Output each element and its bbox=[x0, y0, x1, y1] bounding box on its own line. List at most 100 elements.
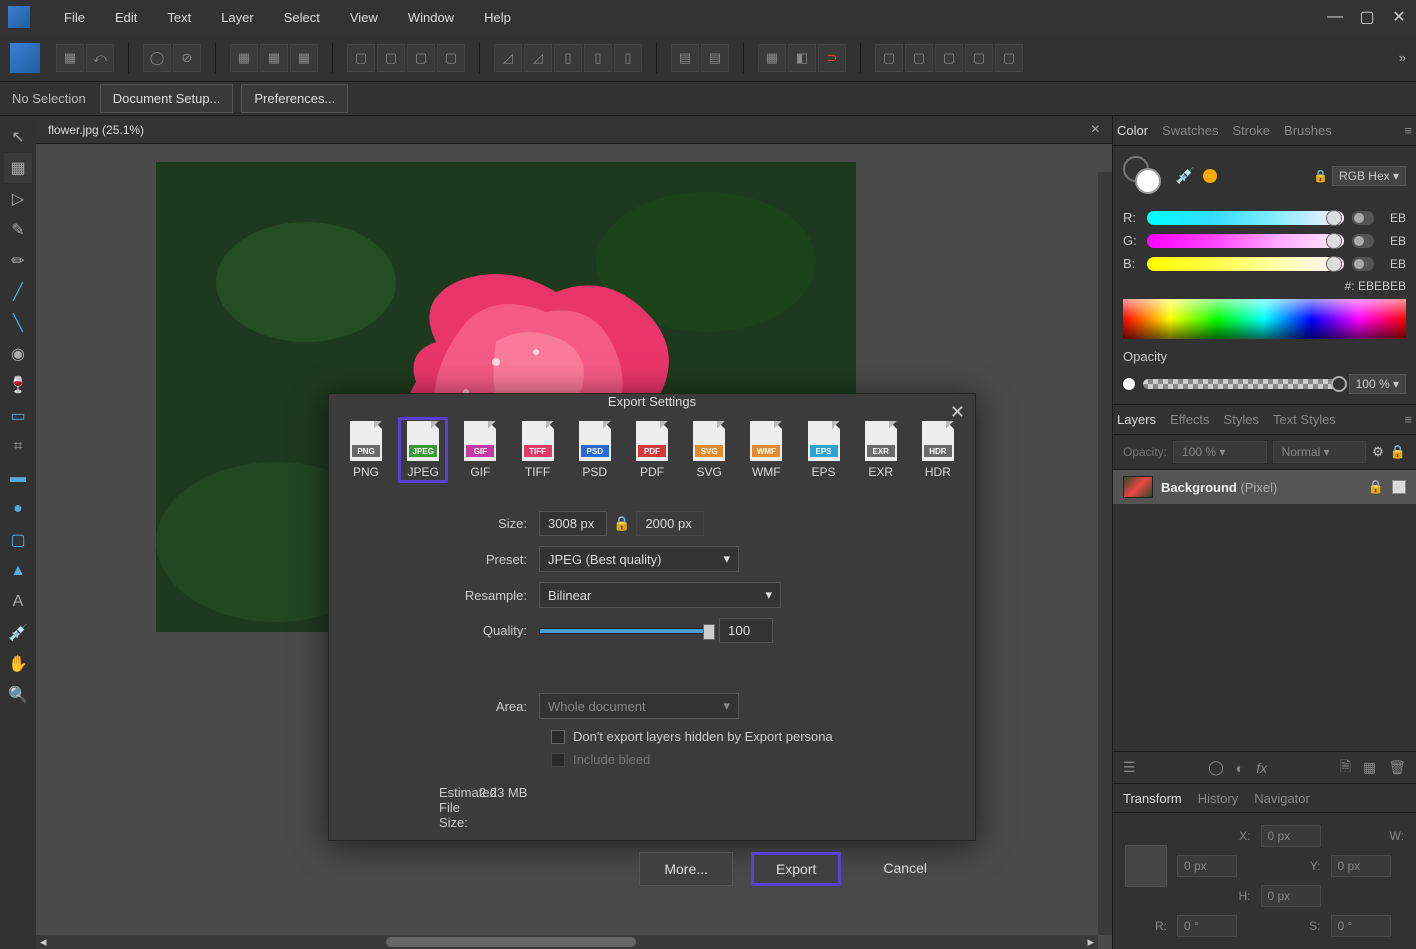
resample-select[interactable]: Bilinear▾ bbox=[539, 582, 781, 608]
menu-layer[interactable]: Layer bbox=[207, 4, 268, 31]
toolbar-btn[interactable]: ⤺ bbox=[86, 44, 114, 72]
toolbar-btn[interactable]: ▤ bbox=[701, 44, 729, 72]
lock-icon[interactable]: 🔒 bbox=[1390, 444, 1406, 460]
panel-menu-icon[interactable]: ≡ bbox=[1404, 412, 1412, 427]
toolbar-btn[interactable]: ▤ bbox=[671, 44, 699, 72]
snap-grid-button[interactable]: ▦ bbox=[758, 44, 786, 72]
paint-tool[interactable]: ╲ bbox=[4, 308, 32, 338]
r-input[interactable] bbox=[1177, 915, 1237, 937]
color-selector[interactable] bbox=[1123, 156, 1167, 196]
dont-export-checkbox[interactable] bbox=[551, 730, 565, 744]
tab-stroke[interactable]: Stroke bbox=[1232, 117, 1270, 144]
toolbar-btn[interactable]: ▢ bbox=[437, 44, 465, 72]
cancel-button[interactable]: Cancel bbox=[859, 852, 951, 886]
tab-transform[interactable]: Transform bbox=[1123, 785, 1182, 812]
anchor-selector[interactable] bbox=[1125, 845, 1167, 887]
tab-text-styles[interactable]: Text Styles bbox=[1273, 406, 1336, 433]
tab-swatches[interactable]: Swatches bbox=[1162, 117, 1218, 144]
b-toggle[interactable] bbox=[1352, 257, 1374, 271]
toolbar-btn[interactable]: ▦ bbox=[56, 44, 84, 72]
zoom-tool[interactable]: 🔍 bbox=[4, 680, 32, 710]
r-toggle[interactable] bbox=[1352, 211, 1374, 225]
triangle-tool[interactable]: ▲ bbox=[4, 556, 32, 586]
color-mode-select[interactable]: RGB Hex ▾ bbox=[1332, 166, 1406, 186]
toolbar-btn[interactable]: ▯ bbox=[584, 44, 612, 72]
toolbar-btn[interactable]: ▢ bbox=[407, 44, 435, 72]
maximize-button[interactable]: ▢ bbox=[1358, 8, 1376, 26]
area-select[interactable]: Whole document▾ bbox=[539, 693, 739, 719]
color-spectrum[interactable] bbox=[1123, 299, 1406, 339]
toolbar-btn[interactable]: ◿ bbox=[494, 44, 522, 72]
color-wheel-tool[interactable]: ◉ bbox=[4, 339, 32, 369]
menu-select[interactable]: Select bbox=[270, 4, 334, 31]
tab-brushes[interactable]: Brushes bbox=[1284, 117, 1332, 144]
eyedropper-icon[interactable]: 💉 bbox=[1175, 166, 1195, 186]
format-eps[interactable]: EPSEPS bbox=[799, 417, 849, 483]
preset-select[interactable]: JPEG (Best quality)▾ bbox=[539, 546, 739, 572]
opacity-slider[interactable] bbox=[1143, 379, 1341, 389]
g-slider[interactable] bbox=[1147, 234, 1344, 248]
menu-help[interactable]: Help bbox=[470, 4, 525, 31]
rounded-rect-tool[interactable]: ▢ bbox=[4, 525, 32, 555]
glass-tool[interactable]: 🍷 bbox=[4, 370, 32, 400]
y-input[interactable] bbox=[1331, 855, 1391, 877]
eyedropper-tool[interactable]: 💉 bbox=[4, 618, 32, 648]
opacity-value[interactable]: 100 % ▾ bbox=[1349, 374, 1406, 394]
toolbar-btn[interactable]: ◯ bbox=[143, 44, 171, 72]
tab-history[interactable]: History bbox=[1198, 785, 1238, 812]
document-tab[interactable]: flower.jpg (25.1%) × bbox=[36, 116, 1112, 144]
x-input[interactable] bbox=[1261, 825, 1321, 847]
h-input[interactable] bbox=[1261, 885, 1321, 907]
menu-window[interactable]: Window bbox=[394, 4, 468, 31]
persona-icon[interactable] bbox=[10, 43, 40, 73]
width-input[interactable] bbox=[539, 511, 607, 536]
swatch-icon[interactable] bbox=[1203, 169, 1217, 183]
close-button[interactable]: ✕ bbox=[1390, 8, 1408, 26]
pencil-tool[interactable]: ✏ bbox=[4, 246, 32, 276]
pen-tool[interactable]: ✎ bbox=[4, 215, 32, 245]
fx-icon[interactable]: fx bbox=[1256, 760, 1267, 776]
hand-tool[interactable]: ✋ bbox=[4, 649, 32, 679]
format-png[interactable]: PNGPNG bbox=[341, 417, 391, 483]
snap-button[interactable]: ◧ bbox=[788, 44, 816, 72]
text-tool[interactable]: A bbox=[4, 587, 32, 617]
layer-row[interactable]: Background (Pixel) 🔒 ✓ bbox=[1113, 470, 1416, 504]
toolbar-btn[interactable]: ▦ bbox=[290, 44, 318, 72]
preferences-button[interactable]: Preferences... bbox=[241, 84, 348, 113]
node-tool[interactable]: ▷ bbox=[4, 184, 32, 214]
toolbar-btn[interactable]: ▢ bbox=[965, 44, 993, 72]
toolbar-btn[interactable]: ▦ bbox=[230, 44, 258, 72]
layers-icon[interactable]: ☰ bbox=[1123, 759, 1136, 776]
format-exr[interactable]: EXREXR bbox=[856, 417, 906, 483]
layer-lock-icon[interactable]: 🔒 bbox=[1368, 479, 1384, 495]
format-pdf[interactable]: PDFPDF bbox=[627, 417, 677, 483]
minimize-button[interactable]: — bbox=[1326, 8, 1344, 26]
toolbar-btn[interactable]: ⊘ bbox=[173, 44, 201, 72]
mask-icon[interactable]: ◯ bbox=[1208, 759, 1224, 776]
image-tool[interactable]: ▭ bbox=[4, 401, 32, 431]
b-slider[interactable] bbox=[1147, 257, 1344, 271]
more-button[interactable]: More... bbox=[639, 852, 733, 886]
g-toggle[interactable] bbox=[1352, 234, 1374, 248]
format-psd[interactable]: PSDPSD bbox=[570, 417, 620, 483]
add-layer-icon[interactable]: 🗎 bbox=[1340, 756, 1351, 780]
vertical-scrollbar[interactable] bbox=[1098, 172, 1112, 935]
magnet-icon[interactable]: ⊃ bbox=[818, 44, 846, 72]
toolbar-btn[interactable]: ▢ bbox=[905, 44, 933, 72]
toolbar-btn[interactable]: ▦ bbox=[260, 44, 288, 72]
tab-styles[interactable]: Styles bbox=[1224, 406, 1259, 433]
ellipse-tool[interactable]: ● bbox=[4, 494, 32, 524]
format-hdr[interactable]: HDRHDR bbox=[913, 417, 963, 483]
crop-tool[interactable]: ⌗ bbox=[4, 432, 32, 462]
tab-navigator[interactable]: Navigator bbox=[1254, 785, 1310, 812]
move-tool[interactable]: ↖ bbox=[4, 122, 32, 152]
menu-text[interactable]: Text bbox=[153, 4, 205, 31]
export-button[interactable]: Export bbox=[751, 852, 841, 886]
blend-mode-select[interactable]: Normal ▾ bbox=[1273, 441, 1367, 463]
toolbar-btn[interactable]: ▯ bbox=[554, 44, 582, 72]
marquee-tool[interactable]: ▦ bbox=[4, 153, 32, 183]
toolbar-btn[interactable]: ▢ bbox=[875, 44, 903, 72]
menu-file[interactable]: File bbox=[50, 4, 99, 31]
toolbar-btn[interactable]: ▢ bbox=[995, 44, 1023, 72]
w-input[interactable] bbox=[1177, 855, 1237, 877]
